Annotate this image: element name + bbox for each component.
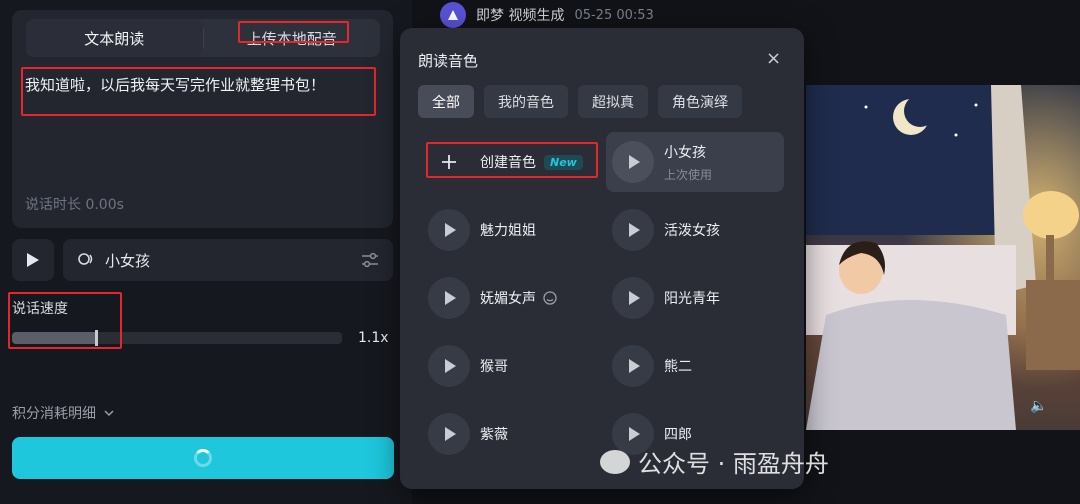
settings-sliders-icon[interactable] (361, 252, 379, 268)
voice-item[interactable]: 魅力姐姐 (422, 200, 600, 260)
filter-tab-ultra-real[interactable]: 超拟真 (578, 85, 648, 118)
voice-item[interactable]: 紫薇 (422, 404, 600, 464)
play-icon[interactable] (428, 345, 470, 387)
voice-text: 紫薇 (480, 424, 508, 444)
speech-duration: 说话时长 0.00s (25, 197, 124, 213)
chevron-down-icon (104, 410, 114, 417)
voice-text: 小女孩 上次使用 (664, 142, 712, 183)
voice-text: 活泼女孩 (664, 220, 720, 240)
voice-item[interactable]: 阳光青年 (606, 268, 784, 328)
voice-text: 熊二 (664, 356, 692, 376)
play-icon[interactable] (612, 277, 654, 319)
voice-text: 阳光青年 (664, 288, 720, 308)
bedroom-illustration (806, 85, 1080, 430)
annotation-box-upload-tab (238, 21, 349, 43)
voice-last-used: 上次使用 (664, 167, 713, 182)
emoji-icon (543, 291, 557, 305)
voice-filter-tabs: 全部 我的音色 超拟真 角色演绎 (418, 85, 742, 118)
voice-selector[interactable]: 小女孩 (63, 239, 393, 281)
play-icon[interactable] (612, 345, 654, 387)
voice-name: 紫薇 (480, 427, 508, 443)
close-icon[interactable]: × (766, 50, 781, 68)
play-icon[interactable] (428, 277, 470, 319)
voice-text: 四郎 (664, 424, 692, 444)
voice-text: 猴哥 (480, 356, 508, 376)
voice-name: 妩媚女声 (480, 291, 536, 307)
video-preview-image (806, 85, 1080, 430)
voice-name: 小女孩 (664, 144, 706, 161)
voice-item[interactable]: 熊二 (606, 336, 784, 396)
voice-name: 魅力姐姐 (480, 223, 536, 239)
result-title: 即梦 视频生成 (476, 8, 565, 24)
tab-text-read[interactable]: 文本朗读 (26, 19, 203, 57)
voice-text: 妩媚女声 (480, 288, 558, 308)
modal-title: 朗读音色 (418, 52, 479, 70)
video-volume-icon[interactable]: 🔈 (1030, 398, 1047, 414)
play-icon[interactable] (428, 209, 470, 251)
play-icon[interactable] (612, 141, 654, 183)
credits-label: 积分消耗明细 (12, 406, 96, 422)
voice-item[interactable]: 猴哥 (422, 336, 600, 396)
watermark-text: 公众号 · 雨盈舟舟 (638, 450, 829, 478)
voice-name: 活泼女孩 (664, 223, 720, 239)
left-panel: 文本朗读 上传本地配音 我知道啦，以后我每天写完作业就整理书包！ 说话时长 0.… (0, 0, 412, 504)
filter-tab-role-play[interactable]: 角色演绎 (658, 85, 742, 118)
voice-item[interactable]: 活泼女孩 (606, 200, 784, 260)
voice-name: 猴哥 (480, 359, 508, 375)
play-icon[interactable] (428, 413, 470, 455)
app-logo-icon (440, 2, 466, 28)
play-icon (27, 253, 39, 267)
selected-voice-name: 小女孩 (105, 251, 151, 270)
voice-item[interactable]: 小女孩 上次使用 (606, 132, 784, 192)
speed-value: 1.1x (358, 330, 389, 346)
voice-picker-modal: 朗读音色 × 全部 我的音色 超拟真 角色演绎 创建音色 New 小女孩 上次使… (400, 28, 804, 489)
wechat-icon (600, 449, 630, 474)
play-icon[interactable] (612, 209, 654, 251)
annotation-box-text (21, 67, 376, 116)
loading-spinner-icon (194, 449, 212, 467)
result-time: 05-25 00:53 (574, 7, 654, 23)
annotation-box-speed (8, 292, 122, 349)
voice-wave-icon (78, 253, 93, 265)
filter-tab-all[interactable]: 全部 (418, 85, 474, 118)
voice-name: 熊二 (664, 359, 692, 375)
voice-name: 阳光青年 (664, 291, 720, 307)
voice-text: 魅力姐姐 (480, 220, 536, 240)
watermark: 公众号 · 雨盈舟舟 (600, 444, 829, 479)
filter-tab-my-voices[interactable]: 我的音色 (484, 85, 568, 118)
generate-button[interactable] (12, 437, 394, 479)
annotation-box-create-voice (426, 142, 598, 178)
voice-name: 四郎 (664, 427, 692, 443)
credits-detail-toggle[interactable]: 积分消耗明细 (12, 403, 114, 423)
preview-play-button[interactable] (12, 239, 54, 281)
voice-item[interactable]: 妩媚女声 (422, 268, 600, 328)
